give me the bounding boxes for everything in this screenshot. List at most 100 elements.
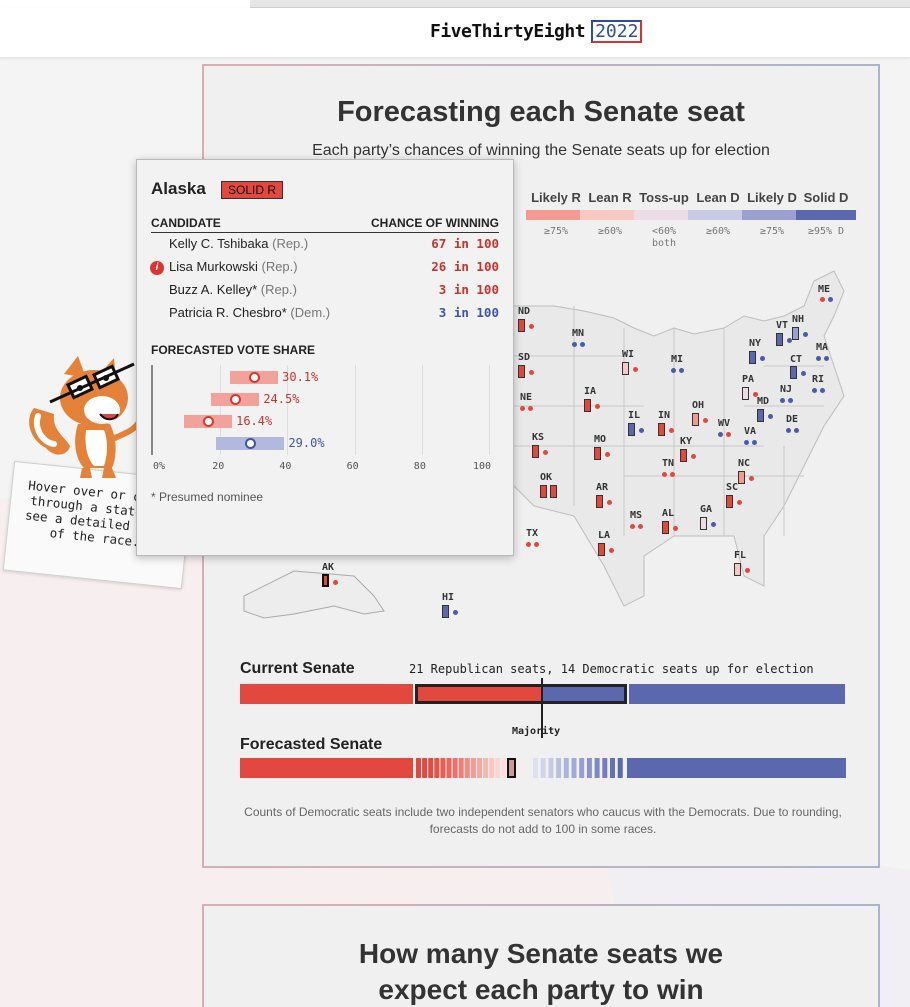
state-box-ia[interactable] bbox=[584, 399, 591, 412]
state-label-ks[interactable]: KS bbox=[532, 432, 544, 443]
state-dot-wv bbox=[718, 432, 723, 437]
vote-share-gridline bbox=[354, 365, 356, 455]
section-title: How many Senate seats we expect each par… bbox=[204, 936, 878, 1007]
state-label-ky[interactable]: KY bbox=[680, 436, 692, 447]
vote-share-label: 16.4% bbox=[236, 414, 273, 428]
state-label-nh[interactable]: NH bbox=[792, 314, 804, 325]
candidate-row: Kelly C. Tshibaka (Rep.) 67 in 100 bbox=[169, 236, 499, 251]
current-senate-r-up[interactable] bbox=[415, 684, 541, 704]
state-label-ar[interactable]: AR bbox=[596, 482, 608, 493]
state-dot-hi bbox=[453, 610, 458, 615]
state-label-ak[interactable]: AK bbox=[322, 562, 334, 573]
state-box-ky[interactable] bbox=[680, 449, 687, 462]
state-label-in[interactable]: IN bbox=[658, 410, 670, 421]
state-label-la[interactable]: LA bbox=[598, 530, 610, 541]
candidate-chance: 3 in 100 bbox=[438, 305, 499, 320]
state-box-al[interactable] bbox=[662, 521, 669, 534]
state-box-hi[interactable] bbox=[442, 605, 449, 618]
state-box-mo[interactable] bbox=[594, 447, 601, 460]
state-label-va[interactable]: VA bbox=[744, 426, 756, 437]
state-box-ny[interactable] bbox=[749, 351, 756, 364]
state-label-hi[interactable]: HI bbox=[442, 592, 454, 603]
state-label-tn[interactable]: TN bbox=[662, 458, 674, 469]
logo-year: 2022 bbox=[591, 20, 643, 43]
state-label-al[interactable]: AL bbox=[662, 508, 674, 519]
state-label-ny[interactable]: NY bbox=[749, 338, 761, 349]
current-senate-d-up[interactable] bbox=[541, 684, 627, 704]
state-dot-al bbox=[673, 526, 678, 531]
state-box-oh[interactable] bbox=[692, 413, 699, 426]
state-label-nd[interactable]: ND bbox=[518, 306, 530, 317]
state-dot-ks bbox=[543, 450, 548, 455]
state-box-vt[interactable] bbox=[776, 333, 783, 346]
state-box-ak[interactable] bbox=[322, 574, 329, 587]
state-label-ga[interactable]: GA bbox=[700, 504, 712, 515]
state-dot-ms bbox=[630, 524, 635, 529]
state-dot-wv bbox=[726, 432, 731, 437]
state-box-ok-special[interactable] bbox=[550, 485, 557, 498]
candidate-name: Kelly C. Tshibaka bbox=[169, 236, 269, 251]
state-label-vt[interactable]: VT bbox=[776, 320, 788, 331]
state-label-de[interactable]: DE bbox=[786, 414, 798, 425]
state-dot-de bbox=[794, 428, 799, 433]
state-label-pa[interactable]: PA bbox=[742, 374, 754, 385]
site-logo[interactable]: FiveThirtyEight 2022 bbox=[430, 20, 643, 43]
state-label-ma[interactable]: MA bbox=[816, 342, 828, 353]
state-dot-nh bbox=[803, 332, 808, 337]
state-label-mi[interactable]: MI bbox=[671, 354, 683, 365]
state-box-md[interactable] bbox=[757, 409, 764, 422]
candidate-chance: 3 in 100 bbox=[438, 282, 499, 297]
state-dot-ri bbox=[812, 388, 817, 393]
state-box-nc[interactable] bbox=[738, 471, 745, 484]
state-box-wi[interactable] bbox=[622, 362, 629, 375]
state-label-oh[interactable]: OH bbox=[692, 400, 704, 411]
state-dot-nd bbox=[529, 324, 534, 329]
state-label-wi[interactable]: WI bbox=[622, 349, 634, 360]
state-dot-tn bbox=[670, 472, 675, 477]
state-dot-va bbox=[752, 440, 757, 445]
forecasted-senate-bar[interactable] bbox=[240, 758, 846, 780]
browser-tab-strip bbox=[0, 0, 910, 8]
state-box-il[interactable] bbox=[628, 423, 635, 436]
browser-tab[interactable] bbox=[0, 0, 250, 8]
state-label-sc[interactable]: SC bbox=[726, 482, 738, 493]
vote-share-tick: 60 bbox=[346, 461, 359, 472]
state-box-ok[interactable] bbox=[540, 485, 547, 498]
state-dot-ne bbox=[520, 406, 525, 411]
state-label-wv[interactable]: WV bbox=[718, 418, 730, 429]
state-label-ia[interactable]: IA bbox=[584, 386, 596, 397]
info-icon[interactable]: i bbox=[150, 261, 164, 275]
state-box-sc[interactable] bbox=[726, 495, 733, 508]
state-label-ms[interactable]: MS bbox=[630, 510, 642, 521]
state-label-ok[interactable]: OK bbox=[540, 472, 552, 483]
state-box-ga[interactable] bbox=[700, 517, 707, 530]
state-label-ri[interactable]: RI bbox=[812, 374, 824, 385]
candidate-name: Lisa Murkowski bbox=[169, 259, 258, 274]
state-label-tx[interactable]: TX bbox=[526, 528, 538, 539]
state-label-me[interactable]: ME bbox=[818, 284, 830, 295]
column-chance: CHANCE OF WINNING bbox=[371, 216, 499, 230]
state-dot-sd bbox=[529, 370, 534, 375]
state-label-mo[interactable]: MO bbox=[594, 434, 606, 445]
state-box-in[interactable] bbox=[658, 423, 665, 436]
state-box-ar[interactable] bbox=[596, 495, 603, 508]
state-label-ct[interactable]: CT bbox=[790, 354, 802, 365]
state-box-nd[interactable] bbox=[518, 319, 525, 332]
state-label-sd[interactable]: SD bbox=[518, 352, 530, 363]
state-label-nj[interactable]: NJ bbox=[780, 384, 792, 395]
state-box-pa[interactable] bbox=[742, 387, 749, 400]
state-box-ct[interactable] bbox=[790, 366, 797, 379]
state-label-il[interactable]: IL bbox=[628, 410, 640, 421]
state-box-nh[interactable] bbox=[792, 327, 799, 340]
state-box-sd[interactable] bbox=[518, 365, 525, 378]
state-label-md[interactable]: MD bbox=[757, 396, 769, 407]
state-box-ks[interactable] bbox=[532, 445, 539, 458]
state-label-mn[interactable]: MN bbox=[572, 328, 584, 339]
state-label-ne[interactable]: NE bbox=[520, 392, 532, 403]
state-dot-mi bbox=[671, 368, 676, 373]
current-senate-label: Current Senate bbox=[240, 660, 355, 677]
state-label-fl[interactable]: FL bbox=[734, 550, 746, 561]
state-label-nc[interactable]: NC bbox=[738, 458, 750, 469]
state-box-fl[interactable] bbox=[734, 563, 741, 576]
state-box-la[interactable] bbox=[598, 543, 605, 556]
